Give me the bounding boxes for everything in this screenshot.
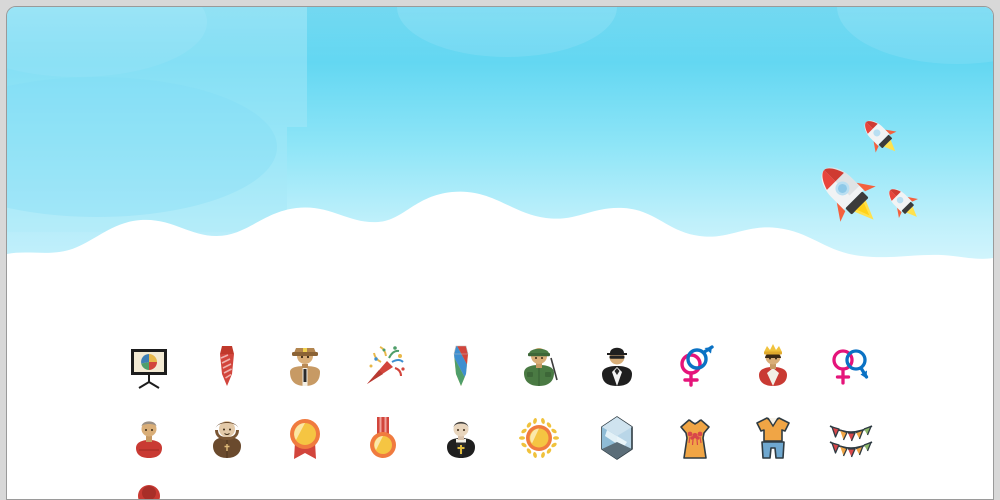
detective-icon [602,347,632,386]
police-officer-icon [290,348,320,386]
icon-partial-red[interactable] [110,474,188,499]
icon-cell-empty [656,474,734,499]
icon-row-partial [7,474,993,499]
rocket-small-top-icon [864,120,897,153]
monk-icon [213,421,241,458]
icon-gallery [7,314,993,499]
partial-icon-red [138,485,160,499]
icon-priest[interactable] [422,402,500,474]
bunting-flags-icon [829,425,873,458]
icon-gender-male-female[interactable] [656,330,734,402]
icon-detective[interactable] [578,330,656,402]
icon-medal[interactable] [344,402,422,474]
icon-gender-female-male-pair[interactable] [812,330,890,402]
soldier-icon [524,348,558,386]
icon-row [7,402,993,474]
icon-person-bust[interactable] [110,402,188,474]
gender-male-female-icon [680,345,714,387]
icon-cell-empty [344,474,422,499]
laurel-medal-icon [519,418,559,458]
hero-banner: LOADING.IO Upload Icon Text Background [7,7,993,314]
person-bust-icon [136,421,162,458]
icon-soldier[interactable] [500,330,578,402]
icon-cell-empty [188,474,266,499]
necktie-rainbow-icon [453,345,469,386]
icon-bunting-flags[interactable] [812,402,890,474]
icon-cell-empty [266,474,344,499]
icon-presentation-board[interactable] [110,330,188,402]
icon-monk[interactable] [188,402,266,474]
sky-blob [837,7,993,64]
dress-icon [680,419,710,459]
icon-dress[interactable] [656,402,734,474]
sky-blob [397,7,617,57]
icon-cell-empty [500,474,578,499]
icon-necktie-rainbow[interactable] [422,330,500,402]
page-root: LOADING.IO Upload Icon Text Background [6,6,994,500]
rocket-large-icon [821,167,876,222]
icon-polo-shirt-shorts[interactable] [734,402,812,474]
icon-party-popper[interactable] [344,330,422,402]
icon-award-rosette[interactable] [266,402,344,474]
party-popper-icon [367,346,405,384]
presentation-board-icon [131,349,167,389]
icon-cell-empty [734,474,812,499]
icon-king[interactable] [734,330,812,402]
icon-gem[interactable] [578,402,656,474]
icon-cell-empty [578,474,656,499]
gender-female-male-pair-icon [832,349,869,385]
icon-cell-empty [812,474,890,499]
icon-laurel-medal[interactable] [500,402,578,474]
icon-police-officer[interactable] [266,330,344,402]
icon-cell-empty [422,474,500,499]
priest-icon [447,421,475,458]
necktie-red-icon [220,346,234,386]
icon-row [7,330,993,402]
icon-necktie-red[interactable] [188,330,266,402]
award-rosette-icon [290,419,320,459]
king-icon [759,344,787,386]
gem-icon [601,416,633,460]
polo-shirt-shorts-icon [756,417,790,459]
medal-icon [370,417,396,458]
rocket-small-right-icon [888,188,918,218]
